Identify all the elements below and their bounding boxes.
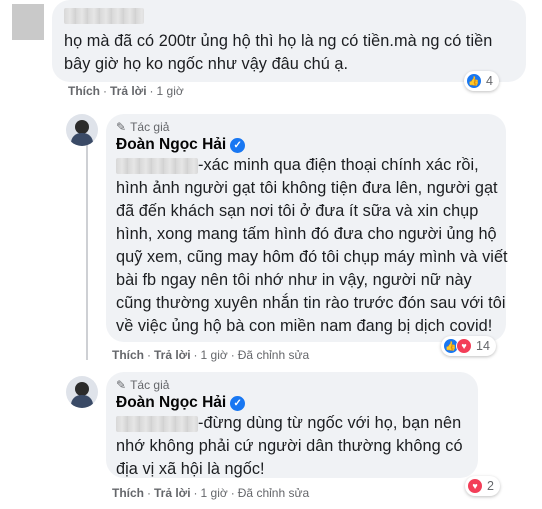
reply-text: -đừng dùng từ ngốc với họ, bạn nên nhớ k… bbox=[116, 414, 463, 478]
thread-line bbox=[86, 130, 88, 360]
commenter-avatar-redacted[interactable] bbox=[12, 4, 44, 40]
commenter-name-redacted[interactable] bbox=[64, 8, 144, 24]
reaction-summary[interactable]: 👍 4 bbox=[464, 71, 499, 91]
comment-actions: Thích · Trả lời · 1 giờ bbox=[68, 84, 184, 98]
like-icon: 👍 bbox=[466, 73, 482, 89]
reply-button[interactable]: Trả lời bbox=[110, 84, 147, 98]
reaction-count: 14 bbox=[476, 339, 490, 353]
verified-badge-icon: ✓ bbox=[230, 137, 246, 153]
reply-button[interactable]: Trả lời bbox=[154, 486, 191, 500]
reaction-summary[interactable]: ♥ 2 bbox=[465, 476, 500, 496]
reply-bubble: ✎ Tác giả Đoàn Ngọc Hải ✓ -đừng dùng từ n… bbox=[106, 372, 478, 478]
reply-bubble: ✎ Tác giả Đoàn Ngọc Hải ✓ -xác minh qua đ… bbox=[106, 114, 508, 342]
comment-time[interactable]: 1 giờ bbox=[157, 84, 184, 98]
like-button[interactable]: Thích bbox=[68, 84, 100, 98]
author-avatar[interactable] bbox=[66, 376, 98, 408]
edited-label[interactable]: Đã chỉnh sửa bbox=[238, 486, 309, 500]
pen-icon: ✎ bbox=[116, 120, 127, 134]
reaction-count: 2 bbox=[487, 479, 494, 493]
reply-time[interactable]: 1 giờ bbox=[201, 486, 228, 500]
reply-time[interactable]: 1 giờ bbox=[201, 348, 228, 362]
author-tag: ✎ Tác giả bbox=[116, 120, 170, 134]
reply-text: -xác minh qua điện thoại chính xác rồi, … bbox=[116, 156, 508, 335]
reply-actions: Thích · Trả lời · 1 giờ · Đã chỉnh sửa bbox=[112, 486, 310, 500]
mentioned-name-redacted[interactable] bbox=[116, 415, 198, 432]
author-name[interactable]: Đoàn Ngọc Hải ✓ bbox=[116, 136, 246, 154]
love-icon: ♥ bbox=[456, 338, 472, 354]
author-tag: ✎ Tác giả bbox=[116, 378, 170, 392]
like-button[interactable]: Thích bbox=[112, 348, 144, 362]
reply-button[interactable]: Trả lời bbox=[154, 348, 191, 362]
comment-bubble: họ mà đã có 200tr ủng hộ thì họ là ng có… bbox=[52, 0, 526, 82]
love-icon: ♥ bbox=[467, 478, 483, 494]
reaction-summary[interactable]: 👍 ♥ 14 bbox=[441, 336, 496, 356]
edited-label[interactable]: Đã chỉnh sửa bbox=[238, 348, 309, 362]
reaction-count: 4 bbox=[486, 74, 493, 88]
reply-actions: Thích · Trả lời · 1 giờ · Đã chỉnh sửa bbox=[112, 348, 310, 362]
author-avatar[interactable] bbox=[66, 114, 98, 146]
like-button[interactable]: Thích bbox=[112, 486, 144, 500]
comment-1: họ mà đã có 200tr ủng hộ thì họ là ng có… bbox=[0, 0, 542, 110]
author-name[interactable]: Đoàn Ngọc Hải ✓ bbox=[116, 394, 246, 412]
mentioned-name-redacted[interactable] bbox=[116, 157, 198, 174]
comment-text: họ mà đã có 200tr ủng hộ thì họ là ng có… bbox=[64, 32, 493, 73]
pen-icon: ✎ bbox=[116, 378, 127, 392]
verified-badge-icon: ✓ bbox=[230, 395, 246, 411]
